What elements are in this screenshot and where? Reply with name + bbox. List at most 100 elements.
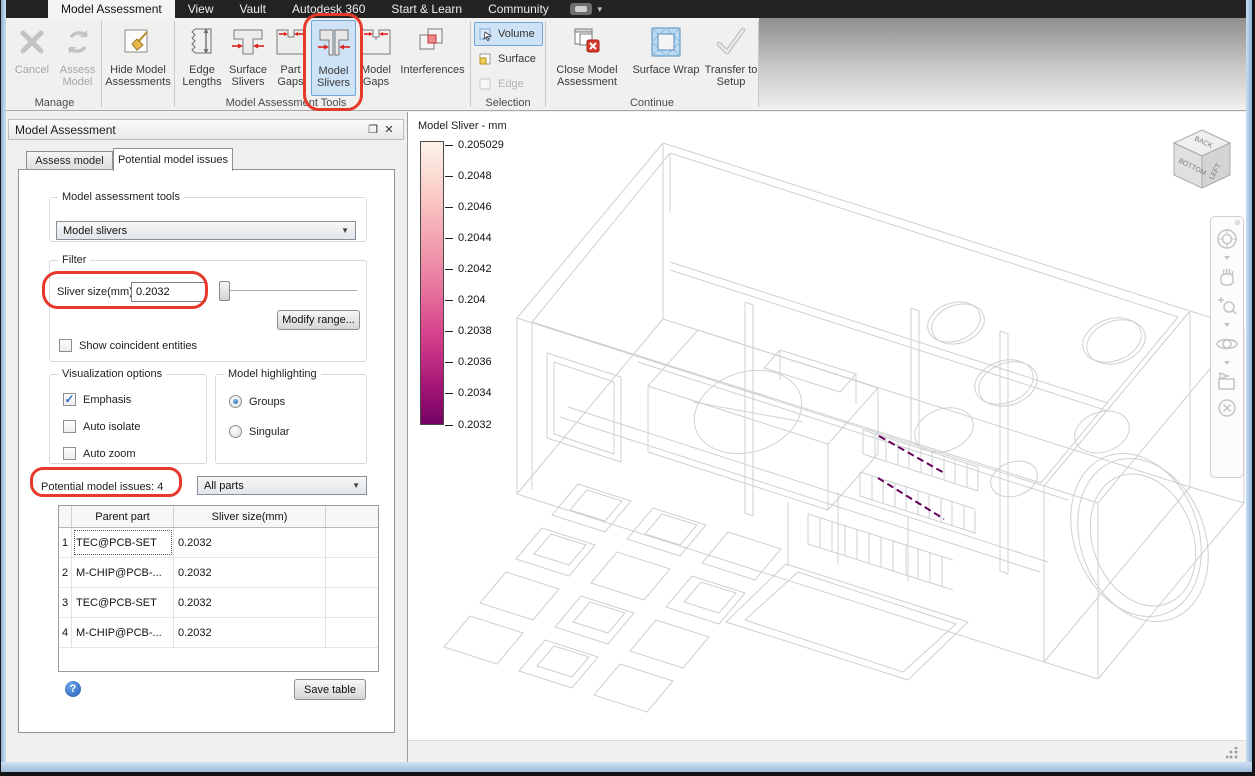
zoom-icon[interactable] (1215, 294, 1239, 318)
pan-hand-icon[interactable] (1215, 265, 1239, 289)
tab-community[interactable]: Community (475, 0, 562, 18)
app-window: Model Assessment View Vault Autodesk 360… (0, 0, 1255, 776)
show-coincident-checkbox[interactable] (59, 339, 72, 352)
tab-autodesk-360[interactable]: Autodesk 360 (279, 0, 378, 18)
cancel-button[interactable]: Cancel (10, 20, 54, 96)
window-border-right (1246, 0, 1252, 772)
table-row[interactable]: 2 M-CHIP@PCB-... 0.2032 (59, 558, 378, 588)
surface-wrap-label: Surface Wrap (632, 64, 700, 76)
part-gaps-button[interactable]: Part Gaps (271, 20, 310, 96)
ribbon-empty-area (759, 18, 1246, 110)
sliver-size-slider-thumb[interactable] (219, 281, 230, 301)
auto-isolate-checkbox[interactable] (63, 420, 76, 433)
showmotion-icon[interactable] (1215, 370, 1239, 392)
parent-part-cell[interactable]: TEC@PCB-SET (72, 528, 174, 557)
legend-tick: 0.2042 (445, 263, 492, 275)
ribbon-separator (545, 21, 546, 107)
view-cube[interactable]: BACK BOTTOM LEFT (1170, 128, 1234, 200)
part-gaps-label: Part Gaps (277, 64, 304, 88)
screencast-menu-button[interactable]: ▼ (562, 0, 612, 18)
group-model-highlighting: Model highlighting (215, 368, 367, 464)
hide-model-assessments-label: Hide Model Assessments (105, 64, 171, 88)
sliver-size-cell[interactable]: 0.2032 (174, 558, 326, 587)
help-icon[interactable]: ? (65, 681, 81, 697)
model-slivers-button[interactable]: Model Slivers (311, 20, 356, 96)
hide-model-assessments-button[interactable]: Hide Model Assessments (105, 20, 171, 96)
tab-potential-model-issues[interactable]: Potential model issues (113, 148, 233, 171)
close-model-assessment-button[interactable]: Close Model Assessment (548, 20, 626, 96)
group-label-manage: Manage (34, 97, 75, 109)
groups-label: Groups (249, 396, 286, 408)
assess-model-button[interactable]: Assess Model (54, 20, 101, 96)
table-row[interactable]: 3 TEC@PCB-SET 0.2032 (59, 588, 378, 618)
legend-title: Model Sliver - mm (418, 120, 507, 132)
surface-wrap-button[interactable]: Surface Wrap (628, 20, 704, 96)
model-assessment-panel: Model Assessment ❐ ✕ Assess model Potent… (6, 112, 408, 762)
sliver-size-cell[interactable]: 0.2032 (174, 528, 326, 557)
modify-range-button[interactable]: Modify range... (277, 310, 360, 330)
panel-page: Model assessment tools Model slivers ▼ F… (18, 169, 395, 733)
chevron-down-icon: ▼ (595, 4, 604, 14)
panel-header: Model Assessment ❐ ✕ (8, 119, 404, 140)
show-coincident-label: Show coincident entities (79, 340, 198, 352)
emphasis-checkbox[interactable]: ✓ (63, 393, 76, 406)
save-table-button[interactable]: Save table (294, 679, 366, 700)
parent-part-header[interactable]: Parent part (72, 506, 174, 527)
assessment-tool-combo[interactable]: Model slivers ▼ (56, 221, 356, 240)
parent-part-cell[interactable]: M-CHIP@PCB-... (72, 618, 174, 647)
sliver-size-slider-track[interactable] (222, 290, 357, 292)
tab-start-learn[interactable]: Start & Learn (378, 0, 475, 18)
table-row[interactable]: 1 TEC@PCB-SET 0.2032 (59, 528, 378, 558)
legend-tick: 0.2044 (445, 232, 492, 244)
auto-isolate-label: Auto isolate (83, 421, 141, 433)
group-label: Filter (58, 254, 91, 266)
chevron-down-icon[interactable] (1224, 361, 1230, 365)
auto-zoom-checkbox[interactable] (63, 447, 76, 460)
parts-filter-value: All parts (204, 479, 244, 492)
menubar: Model Assessment View Vault Autodesk 360… (6, 0, 1246, 18)
sliver-size-cell[interactable]: 0.2032 (174, 618, 326, 647)
model-gaps-button[interactable]: Model Gaps (357, 20, 395, 96)
edge-lengths-icon (185, 20, 219, 64)
tab-vault[interactable]: Vault (227, 0, 279, 18)
parts-filter-combo[interactable]: All parts ▼ (197, 476, 367, 495)
tab-view[interactable]: View (175, 0, 227, 18)
navbar-close-icon[interactable]: ⊗ (1234, 219, 1241, 227)
selection-edge-button[interactable]: Edge (474, 72, 543, 96)
close-panel-icon[interactable]: ✕ (381, 123, 397, 137)
tab-assess-model[interactable]: Assess model (26, 151, 113, 170)
assessment-tool-value: Model slivers (63, 224, 128, 237)
chevron-down-icon[interactable] (1224, 323, 1230, 327)
emphasis-label: Emphasis (83, 394, 132, 406)
sliver-size-input[interactable] (131, 282, 206, 302)
chevron-down-icon[interactable] (1224, 256, 1230, 260)
tab-model-assessment[interactable]: Model Assessment (48, 0, 175, 18)
panel-title: Model Assessment (15, 122, 116, 137)
sliver-size-header[interactable]: Sliver size(mm) (174, 506, 326, 527)
selection-volume-button[interactable]: Volume (474, 22, 543, 46)
selection-surface-button[interactable]: Surface (474, 47, 543, 71)
surface-slivers-button[interactable]: Surface Slivers (225, 20, 271, 96)
viewport-3d-canvas[interactable]: Model Sliver - mm 0.205029 0.2048 0.2046… (408, 112, 1246, 740)
group-label-continue: Continue (629, 97, 675, 109)
groups-radio[interactable] (229, 395, 242, 408)
resize-grip[interactable] (1226, 747, 1238, 759)
menubar-spacer (6, 0, 48, 18)
transfer-to-setup-button[interactable]: Transfer to Setup (704, 20, 758, 96)
parent-part-cell[interactable]: TEC@PCB-SET (72, 588, 174, 617)
sliver-size-cell[interactable]: 0.2032 (174, 588, 326, 617)
table-row[interactable]: 4 M-CHIP@PCB-... 0.2032 (59, 618, 378, 648)
model-slivers-icon (316, 21, 352, 65)
parent-part-cell[interactable]: M-CHIP@PCB-... (72, 558, 174, 587)
close-circle-icon[interactable] (1216, 397, 1238, 419)
row-number: 1 (59, 528, 72, 557)
interferences-button[interactable]: Interferences (396, 20, 469, 96)
edge-icon (479, 77, 493, 91)
steering-wheel-icon[interactable] (1215, 227, 1239, 251)
orbit-icon[interactable] (1215, 332, 1239, 356)
singular-radio[interactable] (229, 425, 242, 438)
model-slivers-label: Model Slivers (316, 65, 350, 89)
model-gaps-icon (359, 20, 393, 64)
edge-lengths-button[interactable]: Edge Lengths (179, 20, 225, 96)
float-panel-icon[interactable]: ❐ (365, 123, 381, 137)
